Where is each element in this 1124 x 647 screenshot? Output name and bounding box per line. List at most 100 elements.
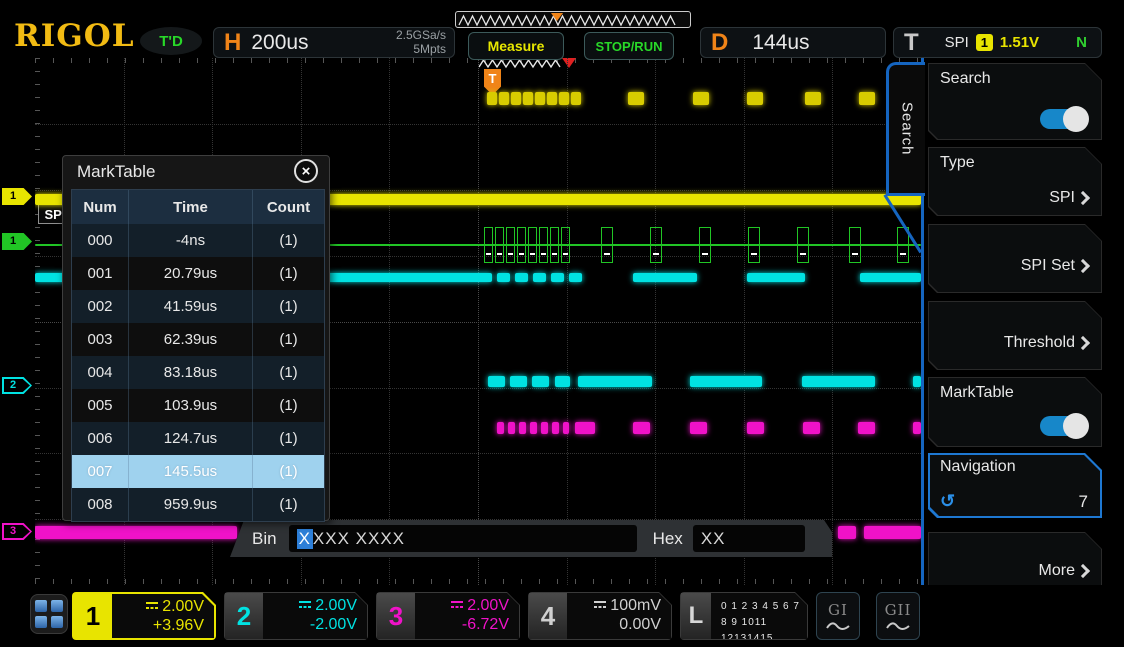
ch2-trace <box>569 273 582 282</box>
decode-frame-dash <box>552 253 556 255</box>
sine-wave-icon <box>825 619 851 631</box>
decode-frame-dash <box>530 253 534 255</box>
channel1-tile[interactable]: 1 2.00V +3.96V <box>72 592 216 640</box>
delay-block[interactable]: D 144us <box>700 27 886 58</box>
search-mark <box>547 92 557 105</box>
trigger-slope: N <box>1076 34 1101 51</box>
marktable-toggle[interactable] <box>1040 416 1086 436</box>
decode-frame <box>484 227 493 263</box>
close-icon[interactable]: × <box>294 159 318 183</box>
decode-frame-dash <box>541 253 545 255</box>
search-mark <box>559 92 569 105</box>
marktable-popup: MarkTable × Num Time Count 000 -4ns (1) … <box>62 155 330 521</box>
table-cell: 83.18us <box>128 356 252 389</box>
table-row[interactable]: 003 62.39us (1) <box>72 323 324 356</box>
menu-item-navigation[interactable]: Navigation ↺ 7 <box>928 453 1102 518</box>
tab-search[interactable]: Search <box>886 62 925 196</box>
ch2-trace <box>497 273 510 282</box>
bin-value: XXX XXXX <box>313 529 405 549</box>
rigol-logo: RIGOL <box>14 18 135 54</box>
stop-run-button[interactable]: STOP/RUN <box>584 32 674 60</box>
search-mark <box>693 92 709 105</box>
table-row[interactable]: 004 83.18us (1) <box>72 356 324 389</box>
table-row[interactable]: 005 103.9us (1) <box>72 389 324 422</box>
preview-trigger-marker-icon <box>551 13 563 21</box>
decode-frame-dash <box>563 253 567 255</box>
menu-item-type[interactable]: Type SPI <box>928 147 1102 216</box>
decode-frame-dash <box>497 253 501 255</box>
measure-button[interactable]: Measure <box>468 32 564 60</box>
ch3-trace <box>838 526 856 539</box>
ch3-burst <box>508 422 515 434</box>
menu-item-search[interactable]: Search <box>928 63 1102 140</box>
ch2-trace-low <box>578 376 652 387</box>
search-toggle[interactable] <box>1040 109 1086 129</box>
menu-grid-button[interactable] <box>30 594 68 634</box>
oscilloscope-screen: T SPI 1 1 2 3 Bin X XXX XXXX Hex XX Mark… <box>0 0 1124 645</box>
table-cell: 124.7us <box>128 422 252 455</box>
generator1-tile[interactable]: GI <box>816 592 860 640</box>
trigger-block[interactable]: T SPI 1 1.51V N <box>893 27 1102 58</box>
acquisition-info: 2.5GSa/s 5Mpts <box>396 29 454 57</box>
table-cell: 001 <box>72 257 128 290</box>
logic-channels-tile[interactable]: L 0 1 2 3 4 5 6 7 8 9 1011 12131415 <box>680 592 808 640</box>
hex-value-field: XX <box>693 525 805 552</box>
ch2-trace-low <box>488 376 505 387</box>
table-row[interactable]: 001 20.79us (1) <box>72 257 324 290</box>
ch1-scale: 2.00V <box>162 598 204 615</box>
decode-position-marker[interactable]: 1 <box>2 233 32 250</box>
decode-frame <box>650 227 662 263</box>
dc-coupling-icon <box>450 596 464 615</box>
decode-frame <box>506 227 515 263</box>
ch3-burst <box>633 422 650 434</box>
dc-coupling-icon <box>298 596 312 615</box>
waveform-preview-bar[interactable] <box>455 11 691 28</box>
search-mark <box>747 92 763 105</box>
search-mark <box>511 92 521 105</box>
table-row[interactable]: 008 959.9us (1) <box>72 488 324 521</box>
ch3-trace <box>864 526 921 539</box>
table-cell: 005 <box>72 389 128 422</box>
ch1-position-marker[interactable]: 1 <box>2 188 32 205</box>
chevron-right-icon <box>1076 336 1090 350</box>
ch2-trace <box>633 273 697 282</box>
generator2-tile[interactable]: GII <box>876 592 920 640</box>
table-row[interactable]: 000 -4ns (1) <box>72 224 324 257</box>
table-header-row: Num Time Count <box>72 190 324 224</box>
table-cell: (1) <box>252 257 324 290</box>
timebase-value: 200us <box>251 31 308 55</box>
ch4-scale: 100mV <box>610 597 661 614</box>
menu-item-marktable[interactable]: MarkTable <box>928 377 1102 447</box>
horizontal-timebase-block[interactable]: H 200us 2.5GSa/s 5Mpts <box>213 27 455 58</box>
table-row[interactable]: 002 41.59us (1) <box>72 290 324 323</box>
table-cell: (1) <box>252 323 324 356</box>
trigger-level: 1.51V <box>1000 34 1039 51</box>
menu-item-spi-set[interactable]: SPI Set <box>928 224 1102 293</box>
dc-coupling-icon <box>145 597 159 616</box>
table-row[interactable]: 006 124.7us (1) <box>72 422 324 455</box>
decode-result-panel: Bin X XXX XXXX Hex XX <box>230 520 832 557</box>
ch3-burst <box>913 422 921 434</box>
decode-frame-dash <box>508 253 512 255</box>
menu-item-threshold[interactable]: Threshold <box>928 301 1102 370</box>
ch3-position-marker[interactable]: 3 <box>2 523 32 540</box>
table-cell: (1) <box>252 455 324 488</box>
ch2-position-marker[interactable]: 2 <box>2 377 32 394</box>
ch3-burst <box>552 422 559 434</box>
channel4-tile[interactable]: 4 100mV 0.00V <box>528 592 672 640</box>
ch3-burst <box>858 422 875 434</box>
channel2-tile[interactable]: 2 2.00V -2.00V <box>224 592 368 640</box>
ch3-burst <box>747 422 764 434</box>
bin-label: Bin <box>252 529 277 549</box>
decode-frame-dash <box>604 253 610 255</box>
ch2-trace <box>551 273 564 282</box>
channel3-tile[interactable]: 3 2.00V -6.72V <box>376 592 520 640</box>
ch2-offset: -2.00V <box>310 616 357 633</box>
search-mark <box>859 92 875 105</box>
table-cell: 41.59us <box>128 290 252 323</box>
table-cell: 959.9us <box>128 488 252 521</box>
grid-line <box>35 124 921 125</box>
decode-frame <box>797 227 809 263</box>
table-row-selected[interactable]: 007 145.5us (1) <box>72 455 324 488</box>
sine-wave-icon <box>885 619 911 631</box>
